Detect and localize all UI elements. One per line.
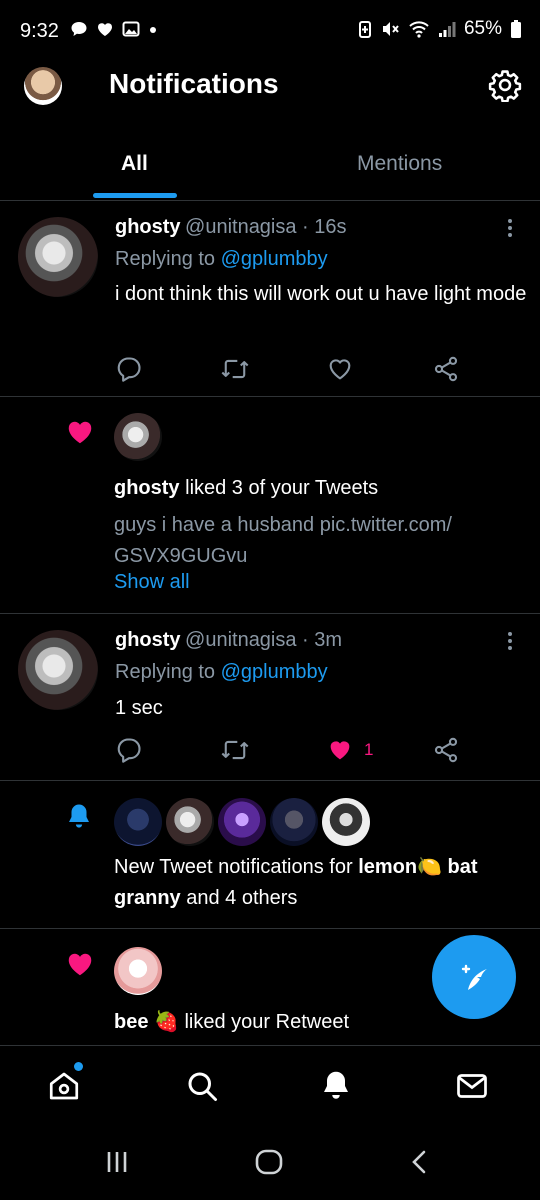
tab-active-indicator [93, 193, 177, 198]
tweet-header: ghosty @unitnagisa · 16s [115, 216, 347, 239]
bell-filled-icon [69, 804, 89, 828]
avatar[interactable] [114, 798, 162, 846]
tweet-text: i dont think this will work out u have l… [115, 283, 527, 305]
battery-icon [511, 20, 521, 38]
page-title: Notifications [109, 68, 279, 99]
signal-icon [438, 22, 456, 37]
nav-home[interactable] [46, 1062, 83, 1104]
home-button-icon[interactable] [254, 1148, 284, 1176]
home-icon [49, 1072, 79, 1100]
share-icon[interactable] [432, 736, 460, 764]
show-all-link[interactable]: Show all [114, 571, 190, 594]
recent-apps-icon[interactable] [104, 1149, 130, 1175]
like-count: 1 [364, 740, 374, 759]
battery-percent: 65% [463, 18, 502, 39]
image-status-icon [122, 21, 140, 37]
like-filled-icon[interactable] [326, 736, 354, 764]
more-options-icon[interactable] [498, 629, 522, 653]
like-icon[interactable] [326, 355, 354, 383]
compose-tweet-button[interactable] [432, 935, 516, 1019]
tab-bar: All Mentions [0, 140, 540, 201]
search-icon[interactable] [184, 1068, 220, 1104]
like-notification[interactable]: ghosty liked 3 of your Tweets guys i hav… [0, 397, 540, 613]
mail-icon[interactable] [454, 1068, 490, 1104]
mention-link[interactable]: @gplumbby [221, 248, 328, 270]
share-icon[interactable] [432, 355, 460, 383]
heart-filled-icon [68, 953, 92, 976]
avatar[interactable] [114, 947, 162, 995]
bottom-navigation [0, 1045, 540, 1126]
retweet-icon[interactable] [220, 355, 250, 383]
reply-notification[interactable]: ghosty @unitnagisa · 16s Replying to @gp… [0, 201, 540, 396]
reply-icon[interactable] [115, 355, 143, 383]
liked-tweet-preview: guys i have a husband pic.twitter.com/ G… [114, 514, 452, 567]
wifi-icon [409, 21, 429, 38]
status-time: 9:32 [20, 20, 59, 42]
avatar[interactable] [322, 798, 370, 846]
like-summary: ghosty liked 3 of your Tweets [114, 477, 379, 499]
avatar[interactable] [270, 798, 318, 846]
tweet-text: 1 sec [115, 697, 163, 719]
avatar[interactable] [114, 413, 162, 461]
heart-status-icon [98, 23, 112, 36]
liker-name[interactable]: ghosty [114, 477, 180, 499]
tab-all[interactable]: All [121, 152, 148, 176]
replying-to: Replying to @gplumbby [115, 248, 328, 270]
new-tweets-notification[interactable]: New Tweet notifications for lemon🍋 bat g… [0, 781, 540, 928]
mute-icon [382, 22, 399, 36]
status-bar: 9:32 65% [0, 0, 540, 62]
system-navigation [0, 1125, 540, 1200]
avatar[interactable] [18, 217, 98, 297]
liker-name[interactable]: bee 🍓 [114, 1011, 179, 1033]
reply-icon[interactable] [115, 736, 143, 764]
replying-to: Replying to @gplumbby [115, 661, 328, 683]
avatar[interactable] [18, 630, 98, 710]
new-tweets-text: New Tweet notifications for lemon🍋 bat g… [114, 856, 478, 909]
author-handle-time: @unitnagisa · 16s [185, 216, 347, 238]
author-name[interactable]: ghosty [115, 629, 181, 651]
status-right: 65% [358, 18, 522, 40]
dot-icon [150, 27, 156, 33]
new-content-dot [74, 1062, 83, 1071]
compose-icon [461, 964, 487, 990]
profile-avatar[interactable] [24, 67, 62, 105]
author-handle-time: @unitnagisa · 3m [185, 629, 343, 651]
back-icon[interactable] [408, 1149, 432, 1175]
tweet-header: ghosty @unitnagisa · 3m [115, 629, 342, 652]
tab-mentions[interactable]: Mentions [357, 152, 442, 176]
retweet-icon[interactable] [220, 736, 250, 764]
heart-filled-icon [68, 421, 92, 444]
author-name[interactable]: ghosty [115, 216, 181, 238]
bell-icon[interactable] [318, 1068, 354, 1104]
more-options-icon[interactable] [498, 216, 522, 240]
avatar[interactable] [218, 798, 266, 846]
avatar[interactable] [166, 798, 214, 846]
status-notification-icons [70, 20, 158, 38]
mention-link[interactable]: @gplumbby [221, 661, 328, 683]
chat-bubble-icon [71, 22, 87, 36]
like-summary: bee 🍓 liked your Retweet [114, 1011, 349, 1033]
battery-saver-icon [358, 21, 371, 38]
reply-notification[interactable]: ghosty @unitnagisa · 3m Replying to @gpl… [0, 614, 540, 780]
gear-icon[interactable] [488, 68, 522, 102]
